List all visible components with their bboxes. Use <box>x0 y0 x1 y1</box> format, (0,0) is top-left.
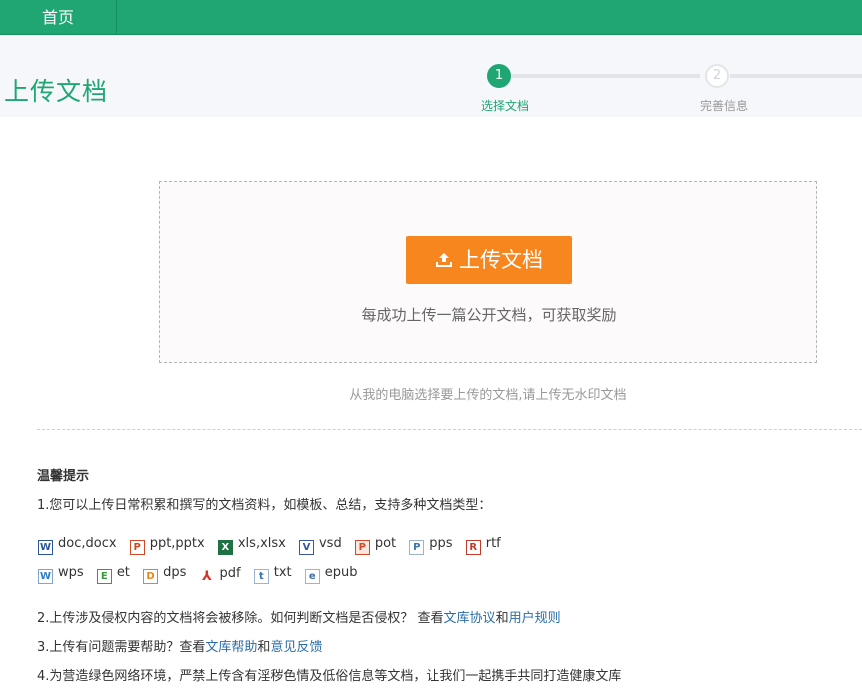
dps-icon: D <box>143 569 159 584</box>
file-type-label: rtf <box>485 536 501 551</box>
file-type-rtf: Rrtf <box>465 536 501 555</box>
wps-icon: W <box>38 569 53 584</box>
tip-3-and: 和 <box>257 640 271 655</box>
top-nav-bar: 首页 <box>0 0 862 35</box>
xls-icon: X <box>217 540 233 555</box>
file-type-pps: Ppps <box>409 536 453 555</box>
upload-icon <box>435 238 453 286</box>
section-divider <box>37 429 862 430</box>
library-help-link[interactable]: 文库帮助 <box>205 640 257 655</box>
file-type-label: pdf <box>219 565 241 581</box>
tip-2-and: 和 <box>495 611 509 626</box>
pot-icon: P <box>354 540 370 555</box>
file-type-label: ppt,pptx <box>149 536 205 551</box>
upload-document-button[interactable]: 上传文档 <box>406 236 572 284</box>
et-icon: E <box>96 569 112 584</box>
upload-button-label: 上传文档 <box>459 248 543 272</box>
rtf-icon: R <box>465 540 481 555</box>
file-type-doc: Wdoc,docx <box>38 536 117 555</box>
file-types-row-2: Wwps Eet Ddps ⅄ pdf t txt e epub <box>38 565 367 584</box>
file-type-epub: e epub <box>304 565 358 584</box>
file-type-label: vsd <box>318 536 342 551</box>
feedback-link[interactable]: 意见反馈 <box>270 640 322 655</box>
tip-line-4: 4.为营造绿色网络环境，严禁上传含有淫秽色情及低俗信息等文档，让我们一起携手共同… <box>37 669 622 684</box>
step-progress: 1 2 选择文档 完善信息 <box>470 62 862 117</box>
file-type-xls: Xxls,xlsx <box>217 536 286 555</box>
file-type-ppt: Pppt,pptx <box>129 536 205 555</box>
library-agreement-link[interactable]: 文库协议 <box>444 611 496 626</box>
epub-icon: e <box>304 569 320 584</box>
file-type-label: et <box>116 565 130 580</box>
file-types-row-1: Wdoc,docx Pppt,pptx Xxls,xlsx Vvsd Ppot … <box>38 536 510 555</box>
pdf-icon: ⅄ <box>199 568 215 584</box>
page-title: 上传文档 <box>4 77 109 106</box>
file-type-label: wps <box>58 565 84 580</box>
upload-dropzone[interactable]: 上传文档 每成功上传一篇公开文档，可获取奖励 <box>159 181 817 363</box>
upload-subnote: 从我的电脑选择要上传的文档,请上传无水印文档 <box>349 388 627 403</box>
ppt-icon: P <box>129 540 145 555</box>
file-type-et: Eet <box>96 565 130 584</box>
tips-title: 温馨提示 <box>37 469 90 484</box>
file-type-vsd: Vvsd <box>298 536 342 555</box>
file-type-label: pps <box>429 536 453 551</box>
step-connector <box>510 74 700 78</box>
file-type-label: doc,docx <box>58 536 117 551</box>
pps-icon: P <box>409 540 425 555</box>
file-type-txt: t txt <box>253 565 292 584</box>
file-type-pdf: ⅄ pdf <box>199 565 241 584</box>
txt-icon: t <box>253 569 269 584</box>
reward-text: 每成功上传一篇公开文档，可获取奖励 <box>361 306 617 324</box>
file-type-label: epub <box>324 565 358 580</box>
file-type-label: pot <box>374 536 397 551</box>
tip-line-3: 3.上传有问题需要帮助？查看文库帮助和意见反馈 <box>37 636 322 655</box>
file-type-pot: Ppot <box>354 536 397 555</box>
vsd-icon: V <box>298 540 314 555</box>
file-type-label: txt <box>273 565 292 580</box>
step-2-label: 完善信息 <box>700 99 749 113</box>
step-2-indicator: 2 <box>705 64 729 88</box>
tip-2-text: 2.上传涉及侵权内容的文档将会被移除。如何判断文档是否侵权？ 查看 <box>37 611 444 626</box>
tip-line-2: 2.上传涉及侵权内容的文档将会被移除。如何判断文档是否侵权？ 查看文库协议和用户… <box>37 607 561 626</box>
tip-3-text: 3.上传有问题需要帮助？查看 <box>37 640 206 655</box>
step-1-label: 选择文档 <box>481 99 530 113</box>
nav-home-link[interactable]: 首页 <box>0 0 117 35</box>
step-1-indicator: 1 <box>487 64 511 88</box>
tip-line-1: 1.您可以上传日常积累和撰写的文档资料，如模板、总结，支持多种文档类型： <box>37 498 492 513</box>
step-connector <box>730 74 862 78</box>
word-icon: W <box>38 540 53 555</box>
file-type-wps: Wwps <box>38 565 84 584</box>
file-type-label: xls,xlsx <box>237 536 286 551</box>
file-type-dps: Ddps <box>143 565 186 584</box>
file-type-label: dps <box>163 565 187 580</box>
user-rules-link[interactable]: 用户规则 <box>509 611 561 626</box>
